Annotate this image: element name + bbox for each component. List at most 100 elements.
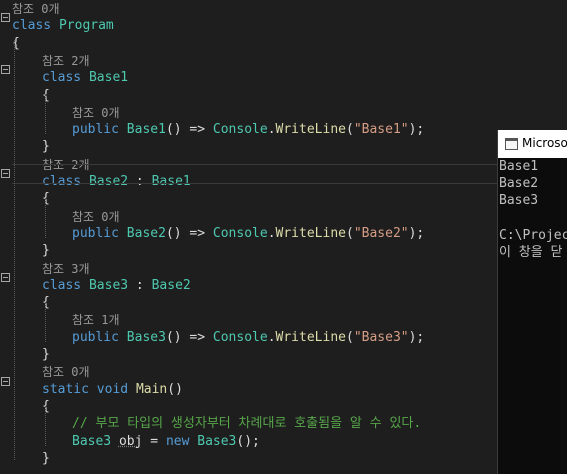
reference-count-hint[interactable]: 참조 1개 <box>72 311 120 329</box>
token-plain: . <box>267 225 276 241</box>
token-cmt: // 부모 타입의 생성자부터 차례대로 호출됨을 알 수 있다. <box>72 416 422 432</box>
reference-count-hint[interactable]: 참조 0개 <box>12 0 60 18</box>
token-plain: = <box>142 433 166 449</box>
code-line: public Base3() => Console.WriteLine("Bas… <box>72 329 424 347</box>
console-app-icon <box>505 138 518 150</box>
token-plain: () => <box>165 225 213 241</box>
token-plain: () => <box>165 329 213 345</box>
token-kw: class <box>42 70 82 86</box>
reference-count-hint[interactable]: 참조 2개 <box>42 52 90 70</box>
token-kw: static <box>42 381 89 397</box>
indent-guide <box>45 406 46 446</box>
token-str: "Base1" <box>353 122 409 138</box>
token-type: Console <box>212 122 268 138</box>
token-type: Base3 <box>197 433 237 449</box>
token-type: Base1 <box>126 122 166 138</box>
token-method: Main <box>135 381 168 397</box>
code-editor[interactable]: 참조 0개 class Program{참조 2개 class Base1{참조 0… <box>0 0 497 474</box>
console-output-line: 이 창을 닫 <box>499 245 563 260</box>
indent-guide <box>14 40 15 460</box>
token-plain: : <box>128 277 152 293</box>
token-kw: new <box>165 433 190 449</box>
token-plain: . <box>267 329 276 345</box>
console-output-line: Base1 <box>499 159 539 174</box>
collapse-icon[interactable] <box>1 169 10 178</box>
token-type: Base3 <box>88 277 129 293</box>
reference-count-text[interactable]: 참조 2개 <box>42 54 90 68</box>
reference-count-hint[interactable]: 참조 0개 <box>72 104 120 122</box>
reference-count-text[interactable]: 참조 3개 <box>42 262 90 276</box>
token-type: Program <box>58 18 114 34</box>
token-plain: ( <box>345 329 354 345</box>
token-plain: } <box>42 450 50 466</box>
code-line: class Base3 : Base2 <box>42 277 191 295</box>
reference-count-hint[interactable]: 참조 0개 <box>42 363 90 381</box>
code-line: // 부모 타입의 생성자부터 차례대로 호출됨을 알 수 있다. <box>72 415 421 433</box>
console-titlebar[interactable]: Microso <box>498 130 567 158</box>
collapse-icon[interactable] <box>1 13 10 22</box>
token-str: "Base2" <box>353 225 409 241</box>
token-type: Base1 <box>88 70 129 86</box>
token-plain: } <box>42 139 50 155</box>
reference-count-hint[interactable]: 참조 0개 <box>72 208 120 226</box>
console-output-line: C:\Projec <box>499 227 567 243</box>
token-plain: ); <box>408 122 425 138</box>
token-kw: public <box>72 329 119 345</box>
token-plain: ( <box>345 122 354 138</box>
separator-line <box>12 183 497 184</box>
reference-count-text[interactable]: 참조 0개 <box>72 210 120 224</box>
token-plain: ( <box>345 225 354 241</box>
reference-count-text[interactable]: 참조 0개 <box>42 365 90 379</box>
token-plain: . <box>267 122 276 138</box>
code-line: } <box>42 242 50 260</box>
token-plain: ); <box>408 329 425 345</box>
code-line: public Base1() => Console.WriteLine("Bas… <box>72 121 424 139</box>
token-type: Console <box>212 225 268 241</box>
reference-count-text[interactable]: 참조 0개 <box>72 106 120 120</box>
token-squig: obj <box>118 433 143 449</box>
reference-count-text[interactable]: 참조 0개 <box>12 2 60 16</box>
separator-line <box>12 164 497 165</box>
reference-count-hint[interactable]: 참조 3개 <box>42 260 90 278</box>
code-line: } <box>42 138 50 156</box>
collapse-icon[interactable] <box>1 377 10 386</box>
token-plain: } <box>42 347 50 362</box>
code-line: } <box>42 450 50 468</box>
token-plain: ); <box>408 225 425 241</box>
token-plain: () => <box>165 122 213 138</box>
reference-count-text[interactable]: 참조 1개 <box>72 313 120 327</box>
token-kw: class <box>12 18 52 34</box>
token-plain: () <box>167 381 183 397</box>
token-type: Base3 <box>126 329 166 345</box>
token-method: WriteLine <box>275 329 346 345</box>
token-type: Base2 <box>126 225 166 241</box>
code-line: class Base1 <box>42 69 128 87</box>
token-kw: void <box>96 381 129 397</box>
collapse-icon[interactable] <box>1 273 10 282</box>
token-kw: public <box>72 122 119 138</box>
console-output-line: Base2 <box>499 176 539 192</box>
token-method: WriteLine <box>275 122 346 138</box>
code-line: Base3 obj = new Base3(); <box>72 433 260 451</box>
token-kw: class <box>42 277 82 293</box>
token-method: WriteLine <box>275 225 346 241</box>
token-kw: class <box>42 174 82 189</box>
token-plain: : <box>128 174 152 189</box>
token-plain: (); <box>236 433 260 449</box>
console-output-line: Base3 <box>499 193 539 209</box>
collapse-icon[interactable] <box>1 65 10 74</box>
code-line: class Program <box>12 17 114 35</box>
indent-guide <box>45 302 46 342</box>
token-type: Base2 <box>88 174 129 189</box>
code-line: public Base2() => Console.WriteLine("Bas… <box>72 225 424 243</box>
console-window[interactable]: Microso Base1 Base2 Base3 C:\Projec 이 창을 닫 <box>497 130 567 474</box>
token-str: "Base3" <box>353 329 409 345</box>
